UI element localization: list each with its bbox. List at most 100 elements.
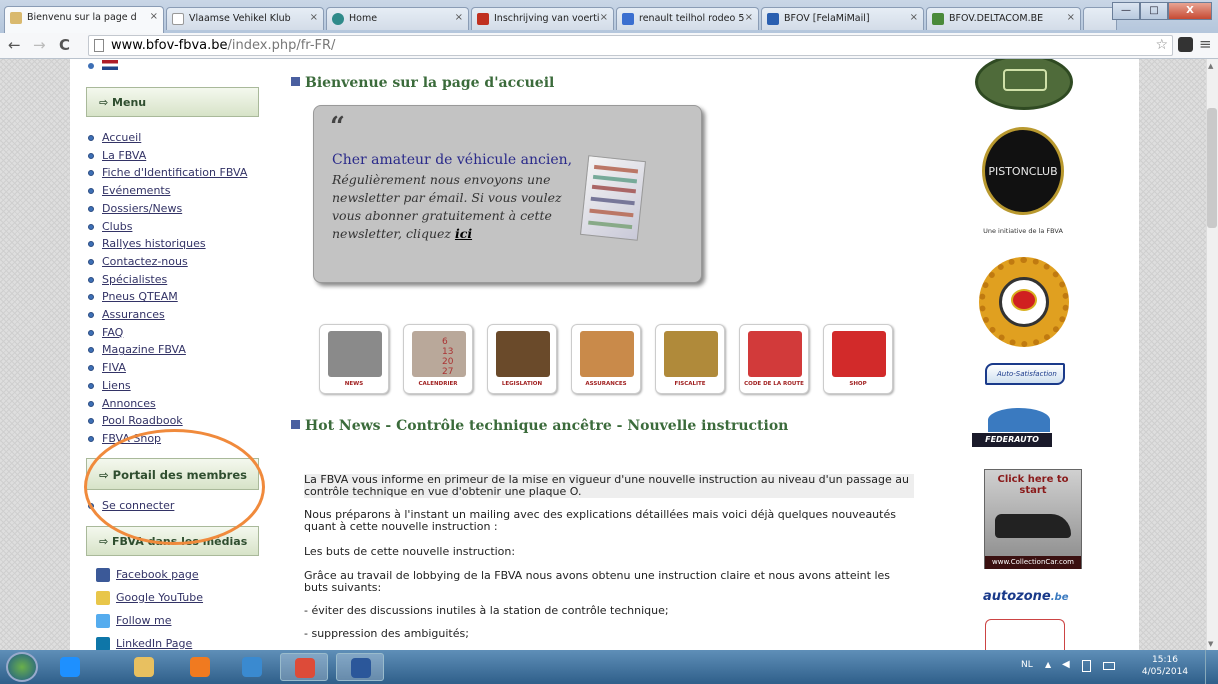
sidebar-item-14[interactable]: Liens [102,379,131,392]
media-taskbar-button[interactable] [176,653,224,681]
facebook-icon [96,568,110,582]
close-window-button[interactable]: X [1168,2,1212,20]
sidebar-item-1[interactable]: La FBVA [102,149,146,162]
quote-mark-icon: “ [330,112,345,142]
icon-tile-4[interactable]: FISCALITE [655,324,725,394]
tile-label: ASSURANCES [585,381,627,387]
sidebar-item-9[interactable]: Pneus QTEAM [102,290,178,303]
clock[interactable]: 15:16 4/05/2014 [1135,654,1195,678]
network-icon[interactable] [1082,660,1091,672]
sidebar-item-6[interactable]: Rallyes historiques [102,237,206,250]
tab-title: Vlaamse Vehikel Klub [189,13,291,24]
icon-tile-1[interactable]: 6 13 20 27 CALENDRIER [403,324,473,394]
ie-taskbar-button[interactable] [46,653,94,681]
tab-deltacom[interactable]: BFOV.DELTACOM.BE × [926,7,1081,30]
newsletter-subscribe-link[interactable]: ici [455,226,472,241]
scroll-up-icon[interactable]: ▲ [1208,62,1213,70]
collectioncar-banner[interactable]: Click here to start www.CollectionCar.co… [984,469,1082,569]
icon-tile-0[interactable]: NEWS [319,324,389,394]
autozone-logo[interactable]: autozone.be [983,589,1069,604]
sidebar-item-15[interactable]: Annonces [102,397,156,410]
close-tab-icon[interactable]: × [745,12,753,23]
flag-icon[interactable] [102,60,118,70]
address-bar[interactable]: www.bfov-fbva.be/index.php/fr-FR/ ☆ [88,35,1173,56]
sidebar-item-7[interactable]: Contactez-nous [102,255,188,268]
tab-bienvenu[interactable]: Bienvenu sur la page d × [4,6,164,33]
language-indicator[interactable]: NL [1021,660,1033,670]
tab-inschrijving[interactable]: Inschrijving van voerti × [471,7,614,30]
sidebar-item-13[interactable]: FIVA [102,361,126,374]
clock-time: 15:16 [1152,655,1178,665]
pistonclub-logo[interactable]: PISTONCLUB [982,127,1064,215]
sidebar-item-5[interactable]: Clubs [102,220,132,233]
newsletter-title: Cher amateur de véhicule ancien, [332,152,573,168]
tab-felamimail[interactable]: BFOV [FelaMiMail] × [761,7,924,30]
sidebar-item-2[interactable]: Fiche d'Identification FBVA [102,166,247,179]
ie-icon [60,657,80,677]
show-desktop-button[interactable] [1205,650,1218,684]
bullet-icon [88,382,94,389]
youtube-link[interactable]: Google YouTube [96,591,203,606]
scroll-down-icon[interactable]: ▼ [1208,640,1213,648]
bookmark-star-icon[interactable]: ☆ [1155,37,1168,53]
url-path: /index.php/fr-FR/ [227,38,336,53]
linkedin-link[interactable]: LinkedIn Page [96,637,192,650]
racb-logo[interactable] [979,257,1069,347]
close-tab-icon[interactable]: × [150,11,158,22]
minimize-button[interactable]: — [1112,2,1140,20]
paint-taskbar-button[interactable] [228,653,276,681]
sidebar-item-0[interactable]: Accueil [102,131,141,144]
sidebar-item-4[interactable]: Dossiers/News [102,202,182,215]
maximize-button[interactable]: □ [1140,2,1168,20]
explorer-taskbar-button[interactable] [120,653,168,681]
back-button[interactable]: ← [8,37,21,53]
pistonclub-text: PISTONCLUB [988,165,1058,178]
twitter-icon [96,614,110,628]
chrome-taskbar-button[interactable] [280,653,328,681]
federauto-logo[interactable] [988,408,1050,432]
tab-title: Bienvenu sur la page d [27,12,137,23]
menu-header: ⇨ Menu [86,87,259,117]
sidebar-item-3[interactable]: Evénements [102,184,170,197]
icon-tile-2[interactable]: LEGISLATION [487,324,557,394]
reload-button[interactable]: C [59,37,70,53]
close-tab-icon[interactable]: × [310,12,318,23]
tray-expand-icon[interactable]: ▲ [1045,660,1051,669]
battery-icon[interactable] [1103,662,1115,670]
tab-vvk[interactable]: Vlaamse Vehikel Klub × [166,7,324,30]
menu-hamburger-icon[interactable]: ≡ [1199,35,1212,53]
browser-toolbar: ← → C www.bfov-fbva.be/index.php/fr-FR/ … [0,33,1218,59]
square-bullet-icon [291,420,300,429]
sidebar-item-16[interactable]: Pool Roadbook [102,414,183,427]
sidebar-item-8[interactable]: Spécialistes [102,273,167,286]
word-taskbar-button[interactable] [336,653,384,681]
sidebar-item-10[interactable]: Assurances [102,308,165,321]
tab-renault[interactable]: renault teilhol rodeo 5 × [616,7,759,30]
facebook-link[interactable]: Facebook page [96,568,199,583]
tab-home[interactable]: Home × [326,7,469,30]
speaker-icon[interactable]: ◀ [1062,659,1070,670]
tab-favicon-icon [10,12,22,24]
close-tab-icon[interactable]: × [600,12,608,23]
tile-label: CODE DE LA ROUTE [744,381,804,387]
sidebar-item-11[interactable]: FAQ [102,326,123,339]
tile-label: SHOP [849,381,867,387]
close-tab-icon[interactable]: × [1067,12,1075,23]
newsletter-text: Régulièrement nous envoyons une newslett… [332,172,562,241]
close-tab-icon[interactable]: × [455,12,463,23]
start-button[interactable] [6,652,38,682]
taskbar: NL ▲ ◀ 15:16 4/05/2014 [0,650,1218,684]
forward-button[interactable]: → [33,37,46,53]
linkedin-label: LinkedIn Page [116,637,193,650]
partner-banner[interactable] [985,619,1065,650]
icon-tile-5[interactable]: CODE DE LA ROUTE [739,324,809,394]
icon-tile-6[interactable]: SHOP [823,324,893,394]
tile-label: NEWS [344,381,364,387]
twitter-link[interactable]: Follow me [96,614,171,629]
extension-icon[interactable] [1178,37,1193,52]
icon-tile-3[interactable]: ASSURANCES [571,324,641,394]
sidebar-item-12[interactable]: Magazine FBVA [102,343,186,356]
auto-satisfaction-logo[interactable]: Auto-Satisfaction [985,363,1065,385]
close-tab-icon[interactable]: × [910,12,918,23]
scrollbar-thumb[interactable] [1207,108,1217,228]
